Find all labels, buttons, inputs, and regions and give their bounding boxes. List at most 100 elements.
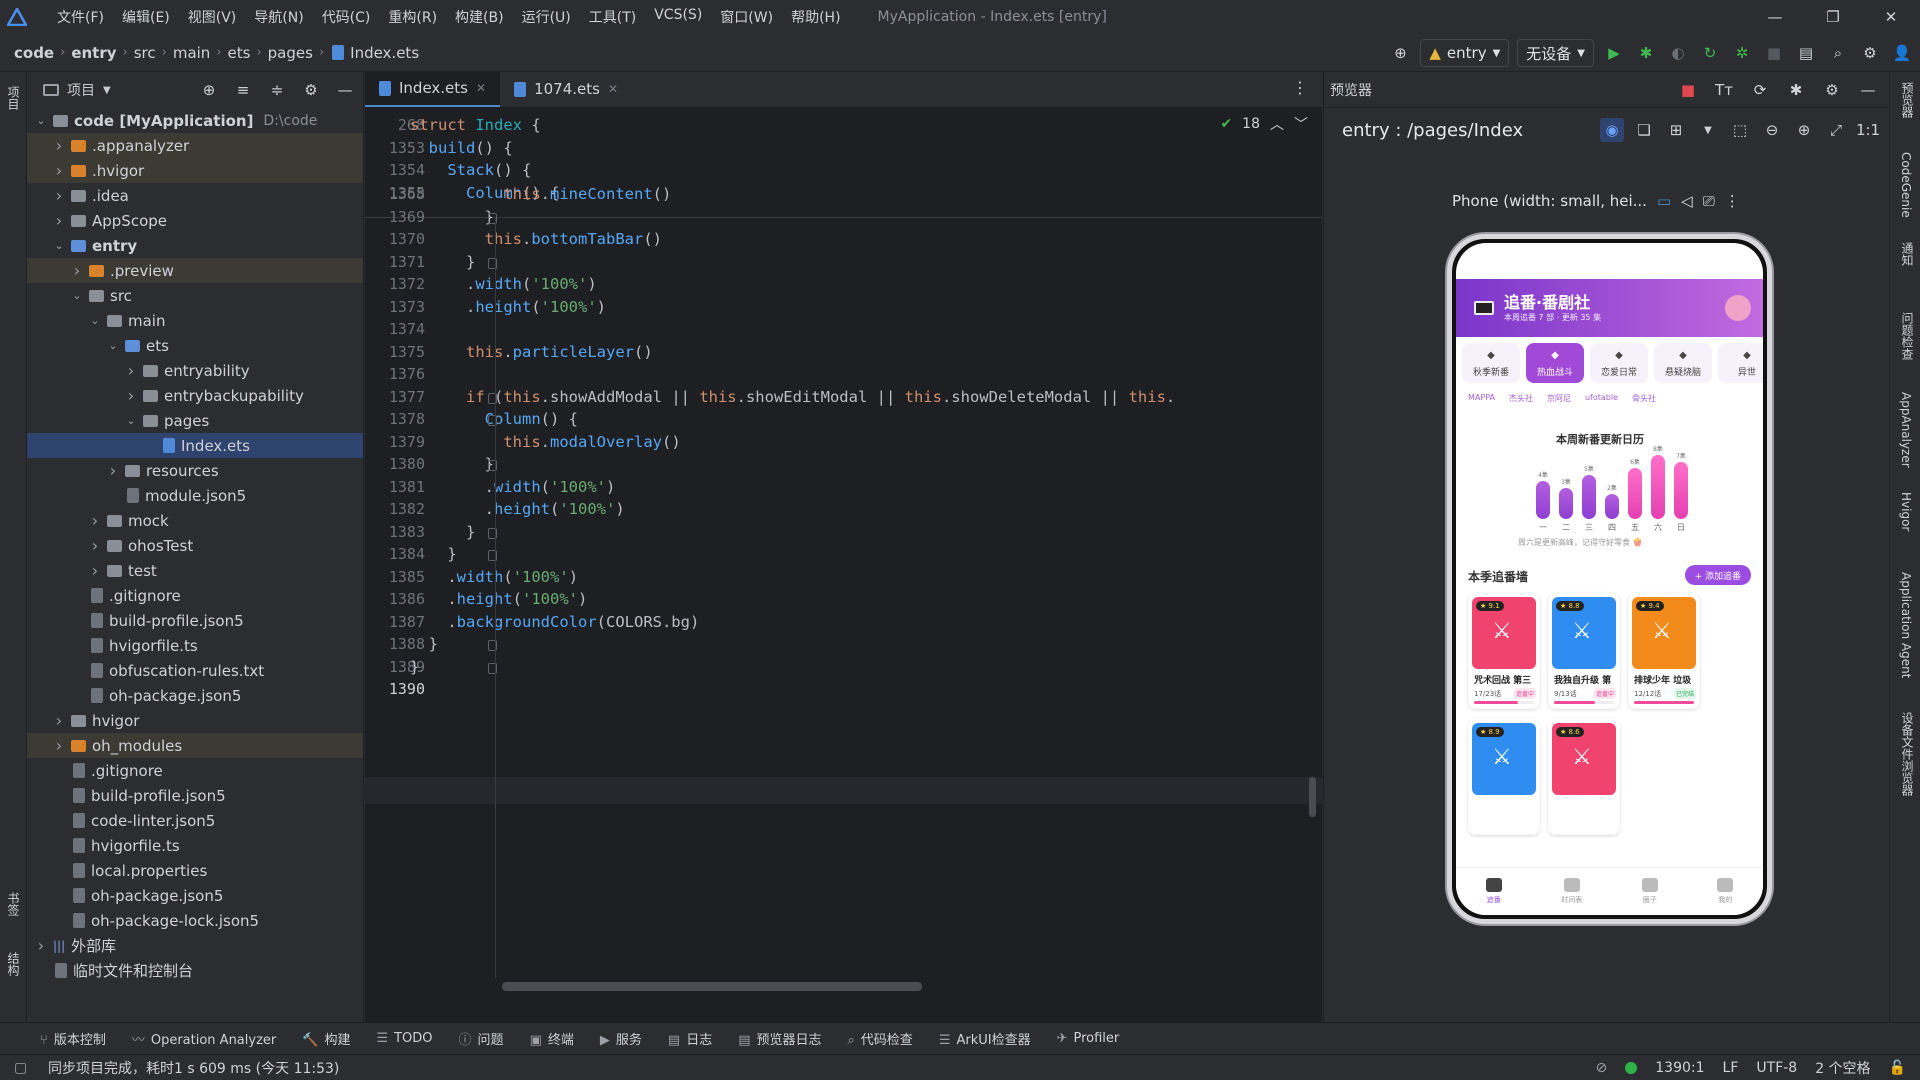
font-size-icon[interactable]: Tт (1712, 78, 1736, 102)
tree-row[interactable]: › .appanalyzer (27, 133, 363, 158)
studio-tag[interactable]: 京阿尼 (1547, 393, 1571, 404)
menu-item[interactable]: 导航(N) (245, 7, 312, 27)
code-line[interactable]: } (410, 523, 475, 541)
tree-row[interactable]: ⌄ pages (27, 408, 363, 433)
expand-icon[interactable]: ⤢ (1824, 118, 1848, 142)
chevron-right-icon[interactable]: › (105, 461, 121, 480)
settings-icon[interactable]: ⚙ (1858, 41, 1882, 65)
tree-row[interactable]: local.properties (27, 858, 363, 883)
breadcrumb-item[interactable]: code (14, 44, 54, 62)
horizontal-scrollbar[interactable] (502, 982, 922, 991)
studio-tag[interactable]: MAPPA (1468, 393, 1495, 404)
code-line[interactable]: Stack() { (410, 161, 531, 179)
studio-tag[interactable]: 杰头社 (1509, 393, 1533, 404)
genre-chip[interactable]: ◆ 异世 (1718, 343, 1763, 383)
studio-tag[interactable]: 骨头社 (1632, 393, 1656, 404)
back-icon[interactable]: ◁ (1681, 192, 1693, 210)
breadcrumb-item[interactable]: src (134, 44, 156, 62)
zoom-out-icon[interactable]: ⊖ (1760, 118, 1784, 142)
chevron-down-icon[interactable]: ﹀ (1294, 114, 1308, 134)
genre-chip[interactable]: ◆ 热血战斗 (1526, 343, 1584, 383)
code-line[interactable]: this.modalOverlay() (410, 433, 680, 451)
code-line[interactable]: } (410, 208, 494, 226)
app-tab[interactable]: 追番 (1485, 878, 1502, 905)
bottom-tool-button[interactable]: 🔨 构建 (302, 1029, 350, 1048)
no-sync-icon[interactable]: ⊘ (1596, 1060, 1608, 1076)
device-type-icon[interactable]: ▭ (1657, 192, 1671, 210)
target-icon[interactable]: ⊕ (1388, 41, 1412, 65)
indent-setting[interactable]: 2 个空格 (1815, 1058, 1870, 1078)
menu-item[interactable]: 运行(U) (513, 7, 580, 27)
anime-card[interactable]: ⚔ ★ 8.9 (1468, 719, 1540, 835)
code-line[interactable]: .height('100%') (410, 298, 606, 316)
tree-row[interactable]: › ohosTest (27, 533, 363, 558)
debug-icon[interactable]: ✱ (1634, 41, 1658, 65)
bottom-tool-button[interactable]: ⓘ 问题 (459, 1029, 504, 1048)
right-tool-button[interactable]: AppAnalyzer (1899, 392, 1913, 468)
tree-row[interactable]: hvigorfile.ts (27, 633, 363, 658)
tree-row[interactable]: obfuscation-rules.txt (27, 658, 363, 683)
app-tab[interactable]: 时间表 (1561, 878, 1582, 905)
code-line[interactable]: } (410, 635, 438, 653)
chevron-down-icon[interactable]: ⌄ (69, 289, 85, 302)
bottom-tool-button[interactable]: ▣ 终端 (530, 1029, 574, 1048)
options-icon[interactable]: ⚙ (299, 78, 323, 102)
chevron-down-icon[interactable]: ▼ (1696, 118, 1720, 142)
tree-row[interactable]: hvigorfile.ts (27, 833, 363, 858)
tree-row[interactable]: 临时文件和控制台 (27, 958, 363, 983)
right-tool-button[interactable]: 问题检查 (1899, 312, 1916, 360)
tree-row[interactable]: › oh_modules (27, 733, 363, 758)
tree-row[interactable]: ⌄ src (27, 283, 363, 308)
inspector-icon[interactable]: ✱ (1784, 78, 1808, 102)
code-line[interactable]: struct Index { (410, 116, 541, 134)
vertical-scrollbar[interactable] (1309, 777, 1316, 817)
genre-chip[interactable]: ◆ 悬疑烧脑 (1654, 343, 1712, 383)
folder-icon[interactable]: ▤ (1794, 41, 1818, 65)
anime-card[interactable]: ⚔ ★ 8.8 我独自升级 第 9/13话 追番中 (1548, 593, 1620, 709)
eye-icon[interactable]: ◉ (1600, 118, 1624, 142)
tree-row[interactable]: › .hvigor (27, 158, 363, 183)
inspection-widget[interactable]: ✔ 18 ︿ ﹀ (1220, 114, 1308, 134)
stop-icon[interactable]: ■ (1676, 78, 1700, 102)
tree-row[interactable]: ⌄ entry (27, 233, 363, 258)
bottom-tool-button[interactable]: ▤ 预览器日志 (738, 1029, 821, 1048)
editor-tab[interactable]: Index.ets ✕ (365, 71, 501, 107)
app-tab[interactable]: 我的 (1717, 878, 1734, 905)
menu-item[interactable]: 帮助(H) (782, 7, 849, 27)
bottom-tool-button[interactable]: ✈ Profiler (1057, 1031, 1120, 1046)
code-line[interactable]: this.bottomTabBar() (410, 230, 662, 248)
reload-icon[interactable]: ↻ (1698, 41, 1722, 65)
chevron-right-icon[interactable]: › (51, 711, 67, 730)
layout-icon[interactable]: ▢ (14, 1060, 27, 1076)
chevron-right-icon[interactable]: › (51, 736, 67, 755)
hide-icon[interactable]: — (333, 78, 357, 102)
chevron-right-icon[interactable]: › (51, 186, 67, 205)
menu-item[interactable]: 重构(R) (379, 7, 446, 27)
chevron-right-icon[interactable]: › (87, 511, 103, 530)
profile-icon[interactable]: ✲ (1730, 41, 1754, 65)
chevron-right-icon[interactable]: › (123, 361, 139, 380)
actual-size-icon[interactable]: 1:1 (1856, 118, 1880, 142)
breadcrumb-item[interactable]: entry (71, 44, 116, 62)
bookmarks-tool-button[interactable]: 书签 (5, 892, 22, 916)
run-config-dropdown[interactable]: ▲ entry ▼ (1420, 39, 1510, 67)
tree-row[interactable]: oh-package.json5 (27, 683, 363, 708)
phone-screen[interactable]: 追番·番剧社 本周追番 7 部 · 更新 35 集 ◆ 秋季新番 ◆ 热血战斗 ◆ 恋爱日… (1456, 243, 1763, 915)
fit-icon[interactable]: ⬚ (1728, 118, 1752, 142)
genre-chip[interactable]: ◆ 恋爱日常 (1590, 343, 1648, 383)
code-line[interactable]: } (410, 658, 419, 676)
chevron-down-icon[interactable]: ⌄ (51, 239, 67, 252)
more-icon[interactable]: ⋮ (1292, 78, 1308, 97)
chevron-right-icon[interactable]: › (87, 561, 103, 580)
tree-row[interactable]: build-profile.json5 (27, 608, 363, 633)
menu-item[interactable]: 视图(V) (179, 7, 246, 27)
breadcrumb-item[interactable]: ets (228, 44, 251, 62)
structure-tool-button[interactable]: 结构 (5, 952, 22, 976)
status-message[interactable]: 同步项目完成，耗时1 s 609 ms (今天 11:53) (48, 1058, 339, 1078)
refresh-icon[interactable]: ⟳ (1748, 78, 1772, 102)
bottom-tool-button[interactable]: ☰ TODO (376, 1031, 432, 1046)
breadcrumb-item[interactable]: pages (268, 44, 313, 62)
run-icon[interactable]: ▶ (1602, 41, 1626, 65)
health-indicator-icon[interactable] (1625, 1061, 1638, 1074)
right-tool-button[interactable]: Application Agent (1899, 572, 1913, 678)
